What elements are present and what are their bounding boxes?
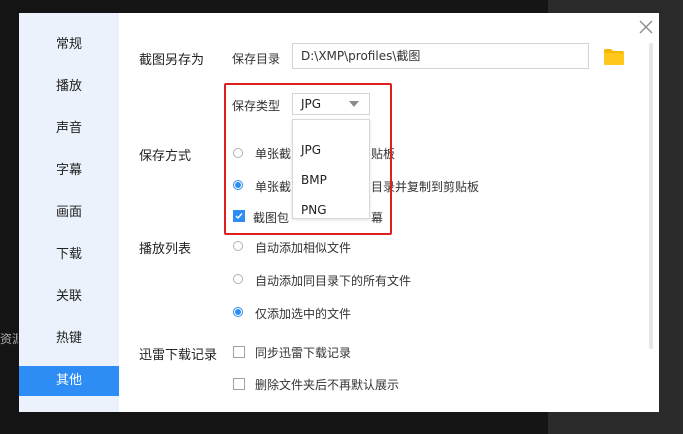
playlist-section-label: 播放列表 <box>139 242 192 257</box>
playlist-option-2[interactable]: 自动添加同目录下的所有文件 <box>255 272 411 289</box>
save-type-select[interactable]: JPG <box>292 93 370 115</box>
screenshot-save-section-label: 截图另存为 <box>139 53 205 68</box>
sync-xunlei-checkbox[interactable] <box>233 346 245 358</box>
save-method-radio-2[interactable] <box>233 180 243 190</box>
save-type-option-png[interactable]: PNG <box>301 202 327 218</box>
sync-xunlei-label[interactable]: 同步迅雷下载记录 <box>255 344 351 361</box>
settings-sidebar: 常规 播放 声音 字幕 画面 下载 关联 热键 其他 <box>19 13 119 412</box>
background-resource-text: 资源 <box>0 332 18 346</box>
save-method-option-2-right[interactable]: 目录并复制到剪贴板 <box>371 178 479 195</box>
sidebar-item-video[interactable]: 画面 <box>19 198 119 228</box>
playlist-radio-2[interactable] <box>233 274 243 284</box>
delete-folder-checkbox[interactable] <box>233 378 245 390</box>
save-method-radio-1[interactable] <box>233 148 243 158</box>
sidebar-item-association[interactable]: 关联 <box>19 282 119 312</box>
folder-icon <box>604 49 624 65</box>
save-method-option-1-left[interactable]: 单张截 <box>255 145 291 162</box>
chevron-down-icon <box>349 101 359 107</box>
save-method-option-2-left[interactable]: 单张截 <box>255 178 291 195</box>
browse-folder-button[interactable] <box>604 49 624 65</box>
save-dir-input[interactable]: D:\XMP\profiles\截图 <box>292 43 589 69</box>
check-icon <box>235 213 243 220</box>
sidebar-item-subtitles[interactable]: 字幕 <box>19 156 119 186</box>
settings-dialog: 常规 播放 声音 字幕 画面 下载 关联 热键 其他 截图另存为 保存目录 D:… <box>19 13 659 412</box>
save-dir-label: 保存目录 <box>232 52 281 66</box>
save-type-dropdown: JPG BMP PNG <box>292 119 370 219</box>
close-icon <box>639 20 653 34</box>
xunlei-section-label: 迅雷下载记录 <box>139 348 218 363</box>
save-type-option-jpg[interactable]: JPG <box>301 142 321 158</box>
include-subtitle-label-left[interactable]: 截图包 <box>253 209 289 226</box>
sidebar-item-hotkeys[interactable]: 热键 <box>19 324 119 354</box>
sidebar-item-other[interactable]: 其他 <box>19 366 119 396</box>
sidebar-item-general[interactable]: 常规 <box>19 30 119 60</box>
sidebar-item-audio[interactable]: 声音 <box>19 114 119 144</box>
sidebar-item-download[interactable]: 下载 <box>19 240 119 270</box>
save-method-section-label: 保存方式 <box>139 149 192 164</box>
sidebar-item-playback[interactable]: 播放 <box>19 72 119 102</box>
save-type-label: 保存类型 <box>232 99 281 113</box>
playlist-radio-1[interactable] <box>233 241 243 251</box>
save-type-option-bmp[interactable]: BMP <box>301 172 327 188</box>
include-subtitle-checkbox[interactable] <box>233 210 245 222</box>
save-type-value: JPG <box>301 97 322 111</box>
playlist-option-3[interactable]: 仅添加选中的文件 <box>255 305 351 322</box>
playlist-option-1[interactable]: 自动添加相似文件 <box>255 239 351 256</box>
delete-folder-label[interactable]: 删除文件夹后不再默认展示 <box>255 376 399 393</box>
settings-scrollbar[interactable] <box>649 43 653 349</box>
playlist-radio-3[interactable] <box>233 307 243 317</box>
include-subtitle-label-right[interactable]: 幕 <box>371 209 383 226</box>
save-method-option-1-right[interactable]: 贴板 <box>371 145 395 162</box>
close-button[interactable] <box>636 17 656 37</box>
